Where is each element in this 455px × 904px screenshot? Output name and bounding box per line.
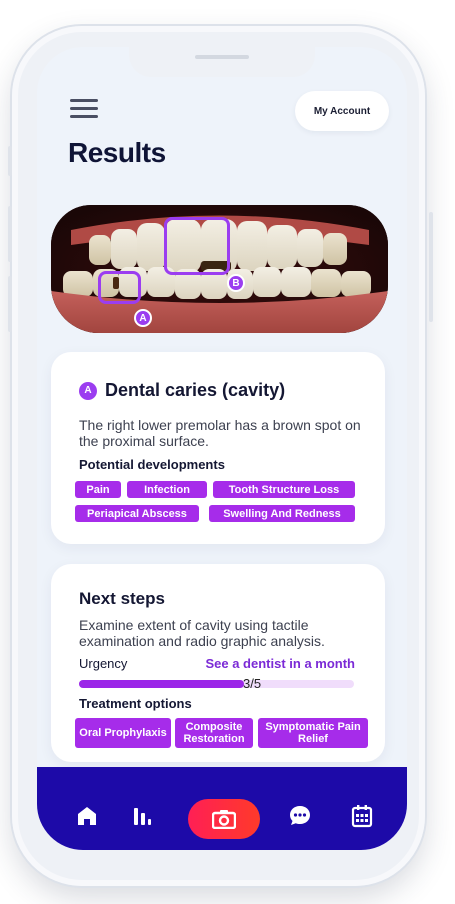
marker-b-label[interactable]: B	[227, 274, 245, 292]
volume-down-button	[8, 276, 12, 332]
speaker-grille	[195, 55, 249, 59]
menu-icon[interactable]	[70, 99, 98, 121]
urgency-label: Urgency	[79, 656, 128, 671]
urgency-value: See a dentist in a month	[205, 656, 355, 671]
finding-description: The right lower premolar has a brown spo…	[79, 417, 361, 449]
finding-marker-badge: A	[79, 381, 97, 400]
treatment-tag: Composite Restoration	[175, 718, 253, 748]
mute-switch	[8, 146, 12, 176]
my-account-button[interactable]: My Account	[295, 91, 389, 131]
finding-title: Dental caries (cavity)	[105, 380, 286, 400]
power-button	[429, 212, 433, 322]
next-steps-card: Next steps Examine extent of cavity usin…	[51, 564, 385, 762]
chat-icon[interactable]	[287, 803, 313, 829]
development-tag: Infection	[127, 481, 207, 498]
marker-a-box[interactable]	[98, 271, 141, 304]
development-tag: Pain	[75, 481, 121, 498]
finding-card: A Dental caries (cavity) The right lower…	[51, 352, 385, 544]
marker-b-box[interactable]	[164, 217, 230, 275]
finding-header: A Dental caries (cavity)	[79, 380, 285, 401]
development-tag: Swelling And Redness	[209, 505, 355, 522]
camera-button[interactable]	[188, 799, 260, 839]
marker-a-label[interactable]: A	[134, 309, 152, 327]
urgency-progress-fill	[79, 680, 244, 688]
phone-screen: My Account Results A B A Dental caries (…	[37, 47, 407, 850]
next-steps-description: Examine extent of cavity using tactile e…	[79, 617, 325, 649]
treatment-heading: Treatment options	[79, 696, 192, 711]
development-tag: Tooth Structure Loss	[213, 481, 355, 498]
page-title: Results	[68, 137, 166, 168]
home-icon[interactable]	[74, 803, 100, 829]
bottom-nav	[37, 767, 407, 850]
volume-up-button	[8, 206, 12, 262]
urgency-progress-text: 3/5	[243, 676, 262, 691]
treatment-tag: Symptomatic Pain Relief	[258, 718, 368, 748]
camera-icon	[212, 810, 236, 829]
developments-heading: Potential developments	[79, 457, 225, 472]
chart-icon[interactable]	[129, 803, 155, 829]
notch	[129, 47, 315, 77]
treatment-tag: Oral Prophylaxis	[75, 718, 171, 748]
next-steps-title: Next steps	[79, 589, 165, 608]
calendar-icon[interactable]	[349, 803, 375, 829]
development-tag: Periapical Abscess	[75, 505, 199, 522]
urgency-progress-bar	[79, 680, 354, 688]
